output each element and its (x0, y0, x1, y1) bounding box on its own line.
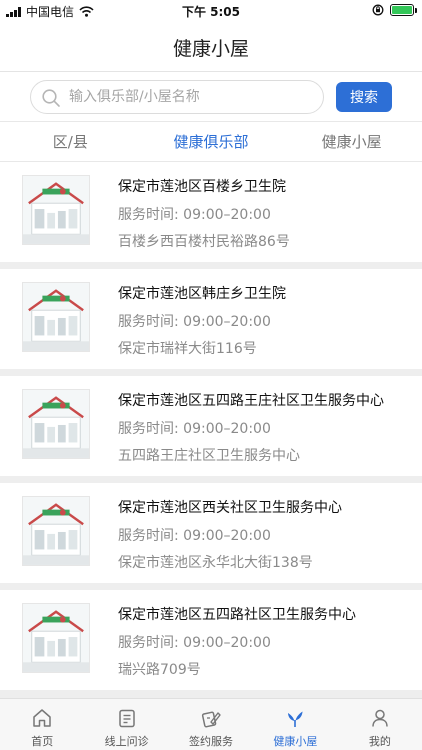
bottom-tab-health-hut[interactable]: 健康小屋 (253, 699, 337, 750)
search-icon (42, 89, 60, 107)
bottom-nav: 首页 线上问诊 签约服务 健康小屋 我的 (0, 698, 422, 750)
tab-district[interactable]: 区/县 (0, 122, 141, 161)
person-icon (372, 709, 388, 727)
search-row: 搜索 (0, 72, 422, 122)
clinic-thumbnail (22, 603, 90, 673)
clipboard-icon (118, 709, 135, 728)
tab-health-hut[interactable]: 健康小屋 (281, 122, 422, 161)
clinic-list: 保定市莲池区百楼乡卫生院 服务时间: 09:00–20:00 百楼乡西百楼村民裕… (0, 162, 422, 697)
clinic-hours: 服务时间: 09:00–20:00 (118, 635, 271, 651)
clinic-thumbnail (22, 175, 90, 245)
list-item[interactable]: 保定市莲池区西关社区卫生服务中心 服务时间: 09:00–20:00 保定市莲池… (0, 483, 422, 583)
clinic-hours: 服务时间: 09:00–20:00 (118, 528, 271, 544)
nav-bar: 健康小屋 (0, 22, 422, 72)
bottom-tab-label: 我的 (368, 735, 391, 748)
search-input[interactable] (69, 81, 319, 113)
clinic-address: 保定市瑞祥大街116号 (118, 341, 257, 357)
clinic-address: 瑞兴路709号 (118, 662, 201, 678)
clinic-thumbnail (22, 282, 90, 352)
clinic-hours: 服务时间: 09:00–20:00 (118, 207, 271, 223)
clinic-name: 保定市莲池区韩庄乡卫生院 (118, 286, 286, 302)
list-item[interactable]: 保定市莲池区百楼乡卫生院 服务时间: 09:00–20:00 百楼乡西百楼村民裕… (0, 162, 422, 262)
contract-icon (201, 711, 221, 728)
list-item[interactable]: 保定市莲池区五四路社区卫生服务中心 服务时间: 09:00–20:00 瑞兴路7… (0, 590, 422, 690)
clinic-address: 五四路王庄社区卫生服务中心 (118, 448, 300, 464)
page-title: 健康小屋 (172, 38, 249, 60)
search-button[interactable]: 搜索 (336, 82, 392, 112)
clinic-name: 保定市莲池区五四路社区卫生服务中心 (118, 607, 356, 623)
clinic-hours: 服务时间: 09:00–20:00 (118, 421, 271, 437)
search-box[interactable] (30, 80, 324, 114)
bottom-tab-label: 首页 (31, 735, 54, 748)
status-right (372, 4, 417, 16)
list-item[interactable]: 保定市莲池区韩庄乡卫生院 服务时间: 09:00–20:00 保定市瑞祥大街11… (0, 269, 422, 369)
status-time: 下午 5:05 (181, 5, 241, 19)
bottom-tab-consult[interactable]: 线上问诊 (84, 699, 168, 750)
status-bar: 中国电信 下午 5:05 (0, 0, 422, 22)
bottom-tab-label: 线上问诊 (104, 735, 149, 748)
rotation-lock-icon (372, 4, 384, 16)
clinic-address: 百楼乡西百楼村民裕路86号 (118, 234, 290, 250)
bottom-tab-label: 签约服务 (189, 735, 234, 748)
bottom-tab-mine[interactable]: 我的 (338, 699, 422, 750)
bottom-tab-contract[interactable]: 签约服务 (169, 699, 253, 750)
list-item[interactable]: 保定市莲池区五四路王庄社区卫生服务中心 服务时间: 09:00–20:00 五四… (0, 376, 422, 476)
clinic-name: 保定市莲池区五四路王庄社区卫生服务中心 (118, 393, 384, 409)
category-tabs: 区/县 健康俱乐部 健康小屋 (0, 122, 422, 162)
home-icon (33, 709, 51, 727)
battery-icon (390, 4, 417, 16)
leaf-icon (288, 711, 303, 727)
clinic-thumbnail (22, 496, 90, 566)
clinic-hours: 服务时间: 09:00–20:00 (118, 314, 271, 330)
clinic-thumbnail (22, 389, 90, 459)
clinic-address: 保定市莲池区永华北大街138号 (118, 555, 313, 571)
tab-health-club[interactable]: 健康俱乐部 (141, 122, 282, 161)
bottom-tab-label: 健康小屋 (273, 735, 318, 748)
clinic-name: 保定市莲池区百楼乡卫生院 (118, 179, 286, 195)
bottom-tab-home[interactable]: 首页 (0, 699, 84, 750)
clinic-name: 保定市莲池区西关社区卫生服务中心 (118, 500, 342, 516)
